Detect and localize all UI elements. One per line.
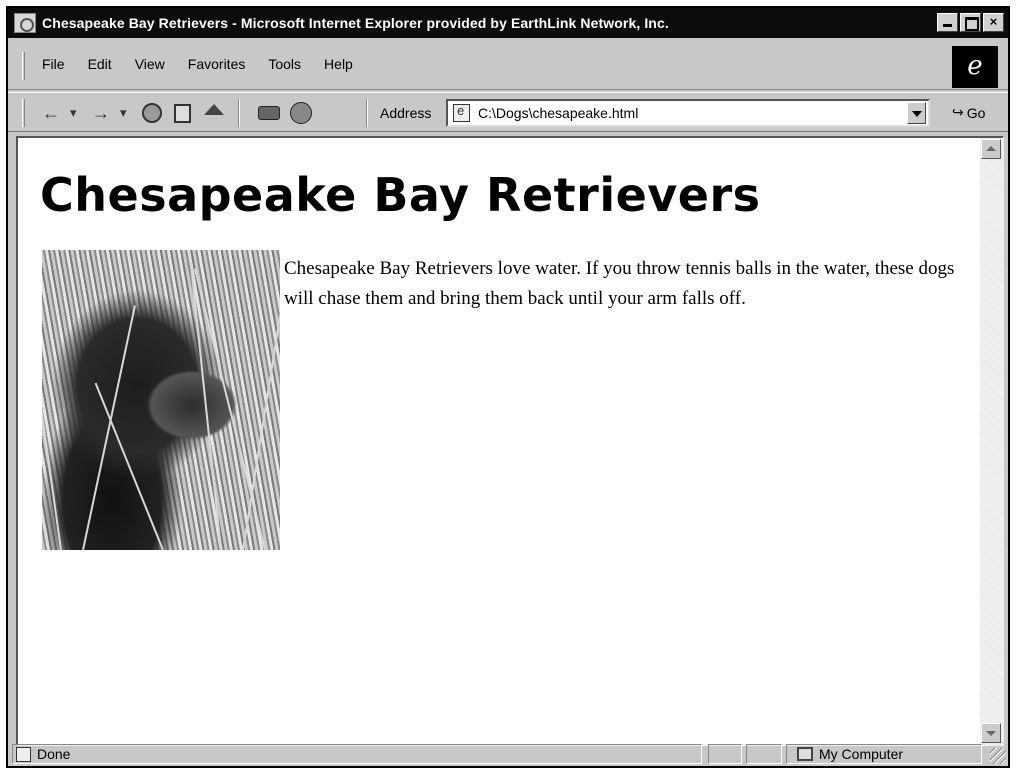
security-zone-panel: My Computer xyxy=(786,744,982,764)
address-input[interactable]: C:\Dogs\chesapeake.html xyxy=(478,105,638,121)
status-text: Done xyxy=(37,746,71,762)
page-status-icon xyxy=(16,746,31,762)
back-arrow-icon: ← xyxy=(42,102,60,123)
ie-page-icon xyxy=(14,13,36,33)
standard-toolbar: ← ▾ → ▾ Address C:\Dogs\chesapeake.html xyxy=(8,92,1008,132)
page-paragraph: Chesapeake Bay Retrievers love water. If… xyxy=(284,258,955,309)
home-button[interactable] xyxy=(204,101,224,125)
window-controls: × xyxy=(937,13,1004,32)
window-title: Chesapeake Bay Retrievers - Microsoft In… xyxy=(42,15,669,31)
mail-icon xyxy=(290,102,312,124)
title-bar[interactable]: Chesapeake Bay Retrievers - Microsoft In… xyxy=(8,8,1008,38)
home-icon xyxy=(204,103,224,115)
refresh-button[interactable] xyxy=(174,101,191,125)
content-viewport: Chesapeake Bay Retrievers Chesapeake Bay… xyxy=(16,136,1004,746)
maximize-button[interactable] xyxy=(960,13,981,32)
status-bar: Done My Computer xyxy=(8,742,1008,766)
status-text-panel: Done xyxy=(12,744,702,764)
menu-grip[interactable] xyxy=(22,52,25,80)
browser-window: Chesapeake Bay Retrievers - Microsoft In… xyxy=(6,6,1010,768)
forward-arrow-icon: → xyxy=(92,102,110,123)
address-bar[interactable]: C:\Dogs\chesapeake.html xyxy=(446,99,930,127)
page-icon xyxy=(453,103,470,122)
forward-dropdown[interactable]: ▾ xyxy=(120,101,127,125)
print-icon xyxy=(258,106,280,120)
toolbar-separator xyxy=(238,99,240,127)
vertical-scrollbar[interactable] xyxy=(980,138,1002,744)
go-button[interactable]: ↪ Go xyxy=(952,104,985,121)
go-label: Go xyxy=(966,104,986,121)
back-dropdown[interactable]: ▾ xyxy=(70,101,77,125)
status-panel xyxy=(708,744,742,764)
mail-button[interactable] xyxy=(290,101,312,125)
menu-view[interactable]: View xyxy=(135,56,165,72)
scroll-down-button[interactable] xyxy=(981,723,1001,743)
go-arrow-icon: ↪ xyxy=(952,104,964,120)
address-dropdown-button[interactable] xyxy=(907,102,926,124)
menu-favorites[interactable]: Favorites xyxy=(188,56,246,72)
stop-button[interactable] xyxy=(142,101,162,125)
refresh-icon xyxy=(174,103,191,123)
resize-grip[interactable] xyxy=(990,748,1006,764)
ie-throbber-logo: e xyxy=(952,46,998,88)
chesapeake-dog-photo xyxy=(42,250,280,550)
forward-button[interactable]: → xyxy=(92,101,110,125)
print-button[interactable] xyxy=(258,101,280,125)
menu-edit[interactable]: Edit xyxy=(88,56,112,72)
scroll-up-button[interactable] xyxy=(981,139,1001,159)
address-label: Address xyxy=(380,105,432,121)
page-heading: Chesapeake Bay Retrievers xyxy=(40,168,761,222)
computer-icon xyxy=(797,747,813,761)
close-button[interactable]: × xyxy=(983,13,1004,32)
status-panel xyxy=(746,744,782,764)
zone-text: My Computer xyxy=(819,746,904,762)
back-button[interactable]: ← xyxy=(42,101,60,125)
toolbar-grip[interactable] xyxy=(22,99,25,127)
web-page: Chesapeake Bay Retrievers Chesapeake Bay… xyxy=(18,138,980,744)
menu-items: File Edit View Favorites Tools Help xyxy=(42,56,376,72)
menu-file[interactable]: File xyxy=(42,56,65,72)
menu-bar: File Edit View Favorites Tools Help e xyxy=(8,40,1008,90)
menu-help[interactable]: Help xyxy=(324,56,353,72)
stop-icon xyxy=(142,103,162,123)
menu-tools[interactable]: Tools xyxy=(268,56,301,72)
toolbar-separator xyxy=(366,99,368,127)
minimize-button[interactable] xyxy=(937,13,958,32)
